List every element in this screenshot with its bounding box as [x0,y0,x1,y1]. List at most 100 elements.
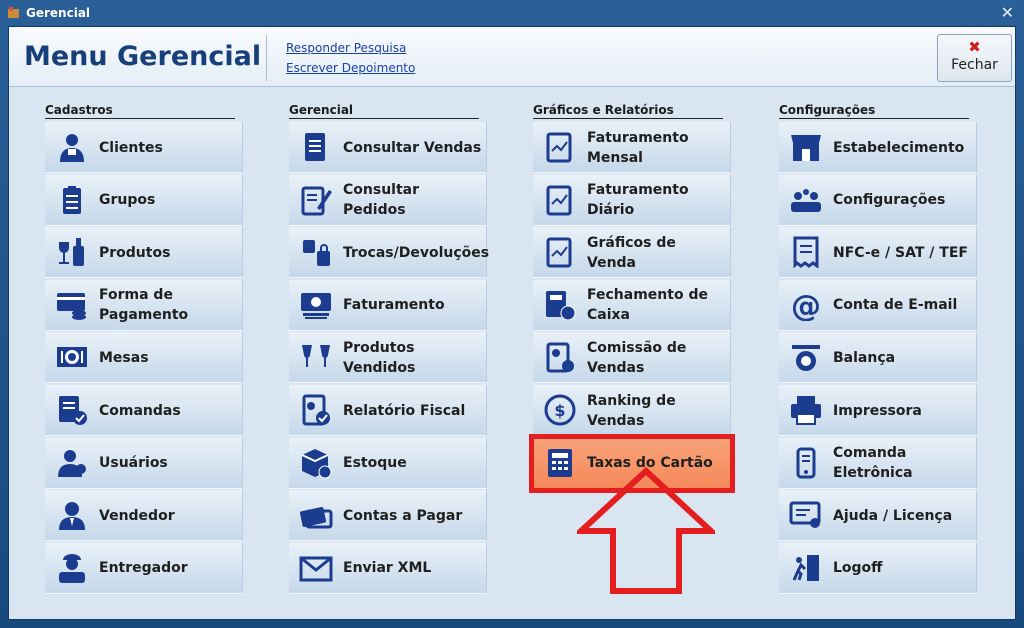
menu-item-impressora[interactable]: Impressora [779,385,977,436]
menu-item-comandas[interactable]: Comandas [45,385,243,436]
wine-bottle-icon [55,236,89,268]
menu-item-label: Ranking de Vendas [587,392,676,429]
menu-item-label: Faturamento Diário [587,182,689,219]
chart-document-icon [543,184,577,216]
at-sign-icon: @ [789,289,823,324]
menu-item-consultar-vendas[interactable]: Consultar Vendas [289,122,487,173]
fechar-button[interactable]: ✖ Fechar [937,34,1012,82]
menu-item-label: Gráficos de Venda [587,234,676,271]
report-check-icon [299,394,333,426]
menu-item-entregador[interactable]: Entregador [45,542,243,594]
menu-item-label: Comanda Eletrônica [833,445,913,482]
menu-item-label: Clientes [99,139,163,156]
menu-item-estoque[interactable]: Estoque [289,437,487,489]
menu-item-clientes[interactable]: Clientes [45,122,243,173]
menu-item-produtos-vendidos[interactable]: Produtos Vendidos [289,332,487,384]
chart-document-icon [543,236,577,268]
email-envelope-icon [299,552,333,584]
menu-item-faturamento-di-rio[interactable]: Faturamento Diário [533,174,731,226]
fechar-label: Fechar [951,57,998,73]
menu-item-label: Entregador [99,560,188,577]
user-icon [55,447,89,479]
mobile-device-icon [789,447,823,479]
menu-item-balan-a[interactable]: Balança [779,332,977,384]
menu-item-trocas-devolu-es[interactable]: Trocas/Devoluções [289,227,489,279]
menu-item-label: Faturamento [343,297,445,314]
escrever-depoimento-link[interactable]: Escrever Depoimento [286,61,415,75]
menu-item-ranking-de-vendas[interactable]: $ Ranking de Vendas [533,385,731,436]
menu-item-configura-es[interactable]: Configurações [779,174,977,226]
commission-report-icon [543,341,577,373]
menu-item-label: Consultar Vendas [343,139,482,156]
section-title-1: Gerencial [289,103,479,119]
responder-pesquisa-link[interactable]: Responder Pesquisa [286,41,406,55]
menu-item-grupos[interactable]: Grupos [45,174,243,226]
menu-item-label: Logoff [833,560,883,577]
menu-item-label: Impressora [833,402,922,419]
menu-item-label: Estoque [343,455,407,472]
header: Menu Gerencial Responder Pesquisa Escrev… [9,27,1015,87]
order-check-icon [55,394,89,426]
menu-item-label: Ajuda / Licença [833,507,953,524]
clipboard-list-icon [55,184,89,216]
menu-item-label: Produtos [99,244,171,261]
delivery-person-icon [55,552,89,584]
table-plate-icon [55,341,89,373]
app-icon [8,7,19,18]
menu-item-vendedor[interactable]: Vendedor [45,490,243,542]
menu-item-label: NFC-e / SAT / TEF [833,244,968,261]
receipt-icon [789,236,823,270]
menu-item-label: Produtos Vendidos [343,339,416,376]
menu-item-label: Usuários [99,455,168,472]
menu-item-enviar-xml[interactable]: Enviar XML [289,542,487,594]
menu-item-consultar-pedidos[interactable]: Consultar Pedidos [289,174,487,226]
document-icon [299,131,333,163]
calculator-money-icon [543,289,577,321]
payment-card-icon [55,289,89,321]
exit-door-icon [789,552,823,584]
stock-box-icon [299,447,333,479]
scale-icon [789,341,823,373]
menu-item-faturamento-mensal[interactable]: Faturamento Mensal [533,122,731,173]
menu-item-nfc-e-sat-tef[interactable]: NFC-e / SAT / TEF [779,227,977,279]
menu-item-estabelecimento[interactable]: Estabelecimento [779,122,977,173]
section-title-0: Cadastros [45,103,235,119]
menu-item-relat-rio-fiscal[interactable]: Relatório Fiscal [289,385,487,436]
menu-item-produtos[interactable]: Produtos [45,227,243,279]
menu-item-usu-rios[interactable]: Usuários [45,437,243,489]
menu-item-label: Vendedor [99,507,175,524]
svg-text:@: @ [791,289,821,321]
header-divider [266,35,267,81]
license-certificate-icon [789,499,823,531]
title-bar: Gerencial ✕ [0,0,1024,26]
cash-icon [299,289,333,321]
menu-item-faturamento[interactable]: Faturamento [289,279,487,331]
menu-item-forma-de-pagamento[interactable]: Forma de Pagamento [45,279,243,331]
shopping-bags-icon [299,236,333,268]
menu-item-gr-ficos-de-venda[interactable]: Gráficos de Venda [533,227,731,279]
calculator-icon [543,447,577,479]
section-title-3: Configurações [779,103,969,119]
settings-people-icon [789,184,823,216]
application-window: Gerencial ✕ Menu Gerencial Responder Pes… [0,0,1024,628]
main-panel: Menu Gerencial Responder Pesquisa Escrev… [8,26,1016,620]
menu-item-conta-de-e-mail[interactable]: @ Conta de E-mail [779,279,977,331]
menu-item-contas-a-pagar[interactable]: Contas a Pagar [289,490,487,542]
menu-item-label: Mesas [99,349,149,366]
menu-item-ajuda-licen-a[interactable]: Ajuda / Licença [779,490,977,542]
menu-item-logoff[interactable]: Logoff [779,542,977,594]
seller-icon [55,499,89,531]
menu-item-comanda-eletr-nica[interactable]: Comanda Eletrônica [779,437,977,489]
menu-item-comiss-o-de-vendas[interactable]: Comissão de Vendas [533,332,731,384]
menu-item-label: Configurações [833,192,946,209]
menu-item-fechamento-de-caixa[interactable]: Fechamento de Caixa [533,279,731,331]
window-title: Gerencial [26,6,91,20]
menu-item-label: Forma de Pagamento [99,287,189,324]
menu-item-label: Fechamento de Caixa [587,287,708,324]
wine-glasses-icon [299,341,333,373]
menu-item-label: Comandas [99,402,181,419]
menu-item-mesas[interactable]: Mesas [45,332,243,384]
menu-item-label: Enviar XML [343,560,432,577]
window-close-icon[interactable]: ✕ [1001,3,1014,22]
menu-item-label: Faturamento Mensal [587,129,689,166]
